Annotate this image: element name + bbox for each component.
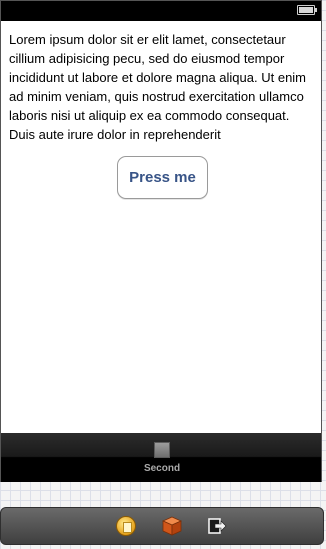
iphone-view: Lorem ipsum dolor sit er elit lamet, con… bbox=[0, 0, 322, 482]
press-me-button[interactable]: Press me bbox=[117, 156, 208, 199]
exit-icon[interactable] bbox=[207, 516, 227, 536]
square-icon bbox=[154, 442, 170, 458]
body-text-label: Lorem ipsum dolor sit er elit lamet, con… bbox=[9, 32, 307, 142]
first-responder-icon[interactable] bbox=[116, 516, 136, 536]
tab-bar: Second bbox=[1, 433, 321, 482]
cube-icon[interactable] bbox=[162, 516, 182, 536]
scene-dock bbox=[0, 507, 324, 545]
tab-label: Second bbox=[143, 463, 181, 474]
status-bar bbox=[1, 1, 321, 21]
tab-second[interactable]: Second bbox=[139, 433, 185, 482]
battery-icon bbox=[297, 5, 317, 15]
